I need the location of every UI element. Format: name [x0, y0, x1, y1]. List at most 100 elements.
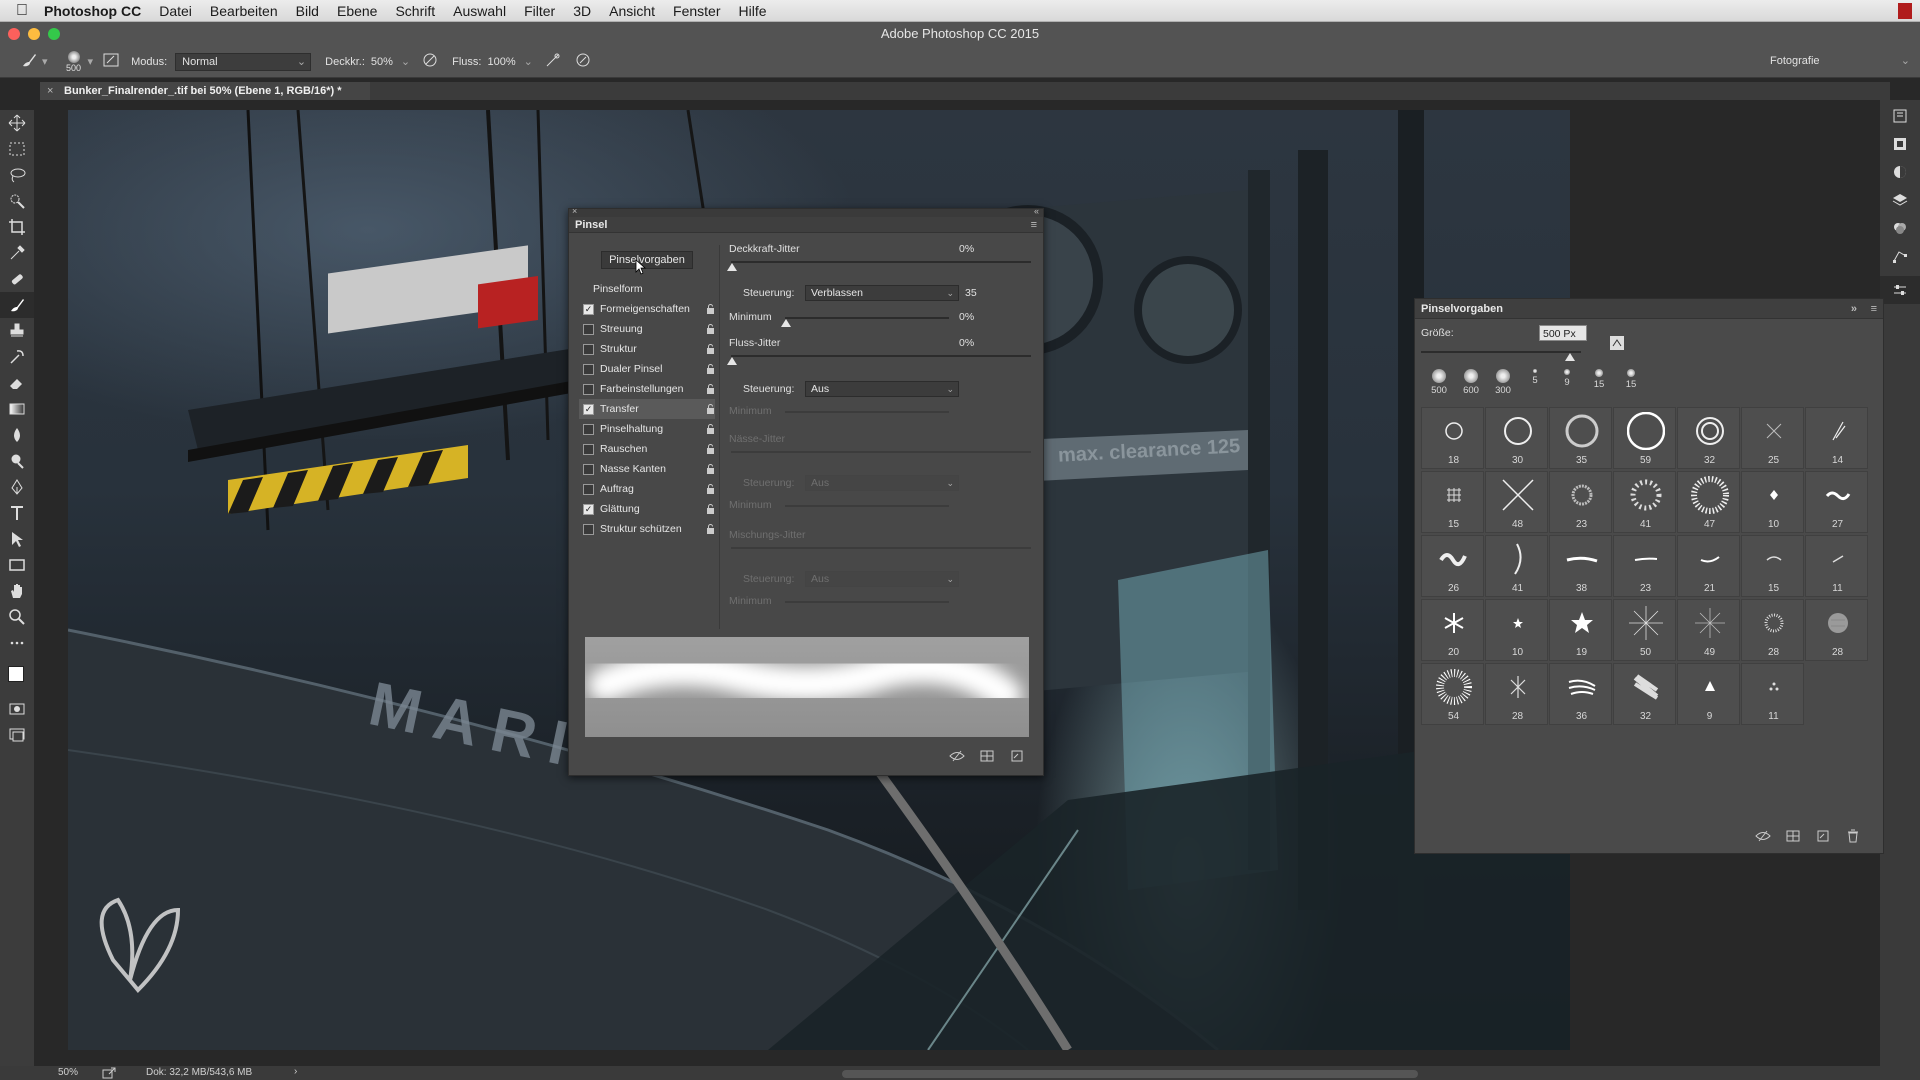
brush-preset-tile[interactable]: 15 [1741, 535, 1804, 597]
checkbox-icon[interactable] [583, 423, 594, 435]
brush-preset-tile[interactable]: 32 [1677, 407, 1740, 469]
slider-thumb[interactable] [1565, 353, 1575, 361]
panel-menu-icon[interactable]: ≡ [1031, 217, 1037, 233]
horizontal-scrollbar[interactable] [842, 1070, 1418, 1078]
recent-brush[interactable]: 5 [1519, 369, 1551, 396]
menu-ebene[interactable]: Ebene [337, 3, 377, 19]
collapse-panel-icon[interactable]: « [1034, 206, 1039, 216]
color-swatches[interactable] [0, 656, 34, 696]
lock-icon[interactable] [706, 524, 715, 534]
brush-preset-tile[interactable]: 10 [1485, 599, 1548, 661]
fluss-value[interactable]: 100% [487, 56, 515, 68]
option-pinselhaltung[interactable]: Pinselhaltung [579, 419, 715, 439]
lock-icon[interactable] [706, 484, 715, 494]
quick-select-tool-icon[interactable] [0, 188, 34, 214]
steuerung-number[interactable]: 35 [965, 287, 977, 299]
brush-preset-tile[interactable]: 25 [1741, 407, 1804, 469]
minimize-window-button[interactable] [28, 28, 40, 40]
brush-preset-tile[interactable]: 54 [1421, 663, 1484, 725]
checkbox-icon[interactable] [583, 363, 594, 375]
grid-view-icon[interactable] [979, 749, 995, 763]
checkbox-checked-icon[interactable]: ✓ [583, 503, 594, 515]
screen-mode-icon[interactable] [0, 722, 34, 748]
brush-preset-tile[interactable]: 48 [1485, 471, 1548, 533]
option-rauschen[interactable]: Rauschen [579, 439, 715, 459]
pressure-opacity-icon[interactable] [422, 52, 438, 71]
checkbox-icon[interactable] [583, 463, 594, 475]
menu-datei[interactable]: Datei [159, 3, 192, 19]
brush-preset-tile[interactable]: 47 [1677, 471, 1740, 533]
status-icon[interactable] [1898, 3, 1912, 19]
pressure-size-icon[interactable] [575, 52, 591, 71]
option-transfer[interactable]: ✓ Transfer [579, 399, 715, 419]
brush-picker[interactable]: 500 [62, 50, 86, 73]
airbrush-icon[interactable] [545, 52, 561, 71]
deckkraft-jitter-slider[interactable] [731, 261, 1031, 263]
brush-preset-tile[interactable]: 41 [1485, 535, 1548, 597]
foreground-color-swatch[interactable] [8, 666, 24, 682]
workspace-select[interactable]: Fotografie ⌄ [1764, 52, 1914, 71]
history-brush-tool-icon[interactable] [0, 344, 34, 370]
menu-auswahl[interactable]: Auswahl [453, 3, 506, 19]
brush-preset-tile[interactable]: 59 [1613, 407, 1676, 469]
lock-icon[interactable] [706, 504, 715, 514]
lock-icon[interactable] [706, 364, 715, 374]
eyedropper-tool-icon[interactable] [0, 240, 34, 266]
rectangle-tool-icon[interactable] [0, 552, 34, 578]
brush-preset-tile[interactable]: 19 [1549, 599, 1612, 661]
fluss-jitter-slider[interactable] [731, 355, 1031, 357]
size-input[interactable]: 500 Px [1539, 325, 1587, 341]
steuerung-select[interactable]: Verblassen ⌄ [805, 285, 959, 301]
dodge-tool-icon[interactable] [0, 448, 34, 474]
panel-header[interactable]: Pinsel ≡ [569, 217, 1043, 233]
modus-select[interactable]: Normal ⌄ [175, 52, 312, 71]
panel-header[interactable]: Pinselvorgaben » ≡ [1415, 299, 1883, 319]
brush-preset-tile[interactable]: 27 [1805, 471, 1868, 533]
option-auftrag[interactable]: Auftrag [579, 479, 715, 499]
checkbox-icon[interactable] [583, 443, 594, 455]
brush-preset-tile[interactable]: 14 [1805, 407, 1868, 469]
brush-preset-tile[interactable]: 23 [1613, 535, 1676, 597]
path-select-tool-icon[interactable] [0, 526, 34, 552]
properties-panel-icon[interactable] [1880, 130, 1920, 158]
close-panel-icon[interactable]: × [572, 206, 577, 216]
brush-preset-tile[interactable]: 18 [1421, 407, 1484, 469]
brush-settings-panel-icon[interactable] [1880, 276, 1920, 304]
deckkr-value[interactable]: 50% [371, 56, 393, 68]
panel-menu-icon[interactable]: ≡ [1871, 299, 1877, 319]
lock-icon[interactable] [706, 384, 715, 394]
menu-hilfe[interactable]: Hilfe [739, 3, 767, 19]
menu-fenster[interactable]: Fenster [673, 3, 720, 19]
slider-thumb[interactable] [727, 263, 737, 271]
recent-brush[interactable]: 500 [1423, 369, 1455, 396]
gradient-tool-icon[interactable] [0, 396, 34, 422]
lock-icon[interactable] [706, 424, 715, 434]
checkbox-icon[interactable] [583, 523, 594, 535]
brush-preset-tile[interactable]: 28 [1741, 599, 1804, 661]
close-tab-icon[interactable]: × [47, 82, 53, 100]
hand-tool-icon[interactable] [0, 578, 34, 604]
slider-thumb[interactable] [781, 319, 791, 327]
lock-icon[interactable] [706, 344, 715, 354]
option-struktur-schuetzen[interactable]: Struktur schützen [579, 519, 715, 539]
brush-presets-button[interactable]: Pinselvorgaben [601, 251, 693, 269]
brush-preset-tile[interactable]: 21 [1677, 535, 1740, 597]
brush-preset-tile[interactable]: 49 [1677, 599, 1740, 661]
close-window-button[interactable] [8, 28, 20, 40]
menu-filter[interactable]: Filter [524, 3, 555, 19]
option-farbeinstellungen[interactable]: Farbeinstellungen [579, 379, 715, 399]
deckkraft-jitter-value[interactable]: 0% [959, 243, 974, 255]
option-pinselform[interactable]: Pinselform [579, 279, 715, 299]
new-brush-icon[interactable] [1009, 749, 1025, 763]
document-tab[interactable]: × Bunker_Finalrender_.tif bei 50% (Ebene… [40, 82, 370, 100]
recent-brush[interactable]: 300 [1487, 369, 1519, 396]
marquee-tool-icon[interactable] [0, 136, 34, 162]
option-glaettung[interactable]: ✓ Glättung [579, 499, 715, 519]
menu-ansicht[interactable]: Ansicht [609, 3, 655, 19]
lasso-tool-icon[interactable] [0, 162, 34, 188]
history-panel-icon[interactable] [1880, 102, 1920, 130]
brush-preset-tile[interactable]: 38 [1549, 535, 1612, 597]
more-tools-icon[interactable] [0, 630, 34, 656]
lock-icon[interactable] [706, 464, 715, 474]
crop-tool-icon[interactable] [0, 214, 34, 240]
